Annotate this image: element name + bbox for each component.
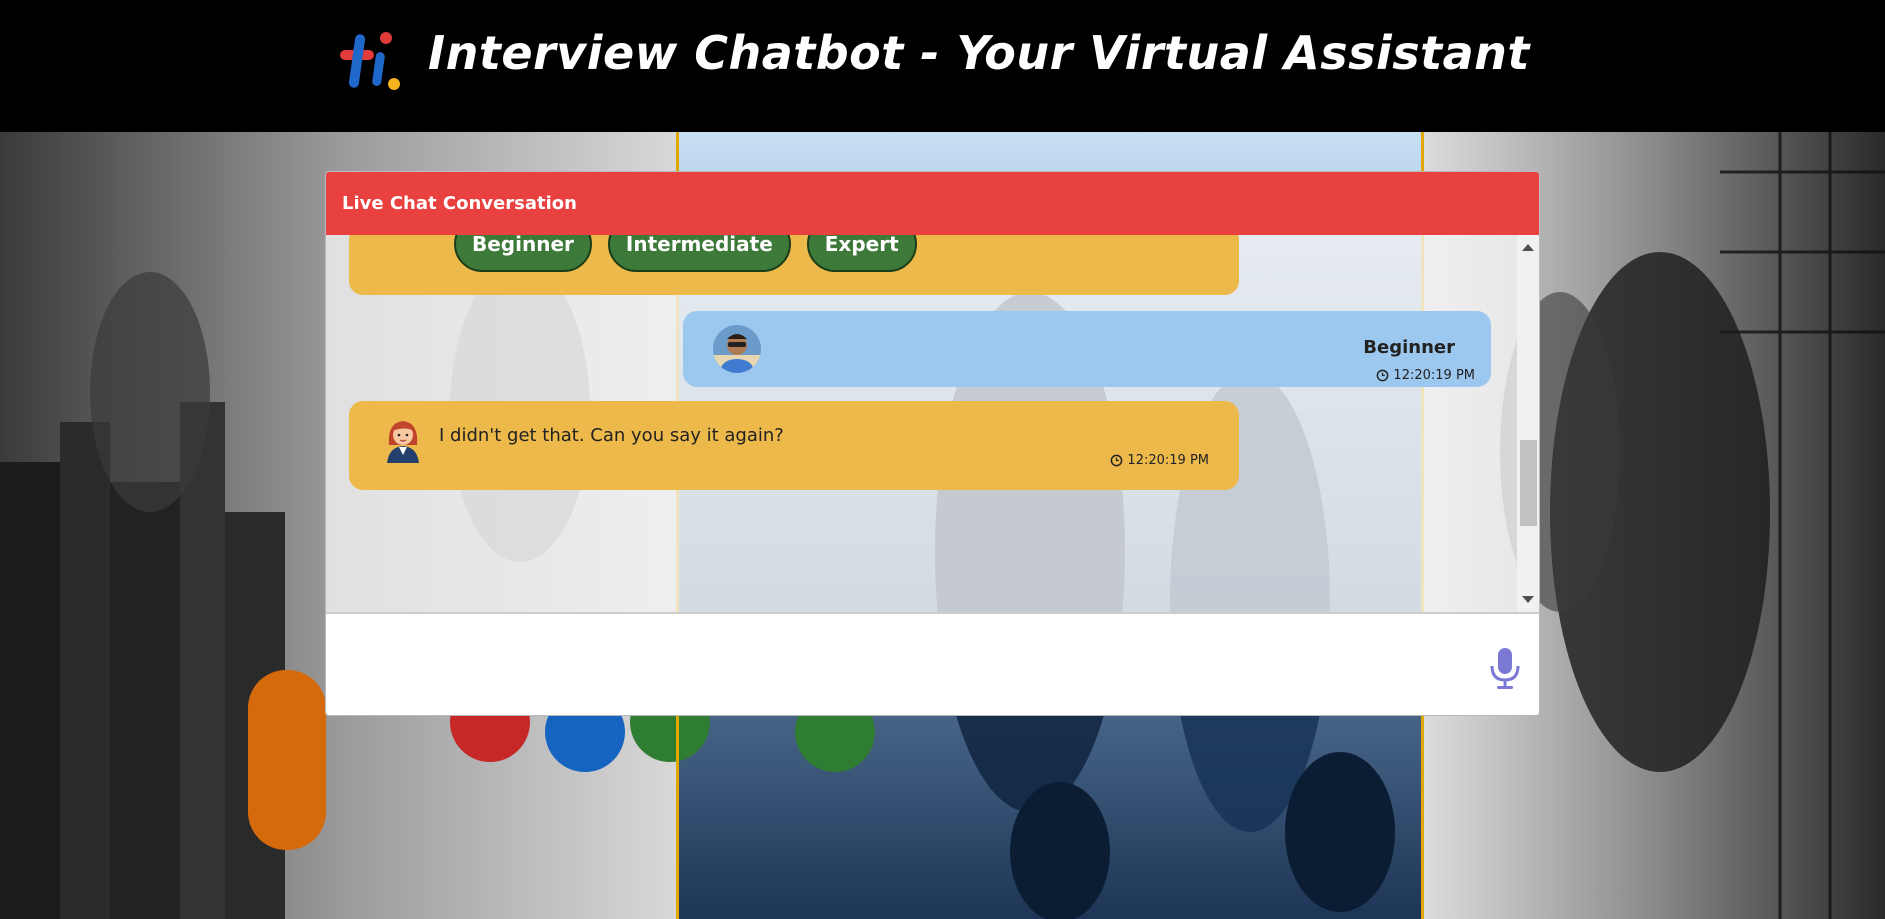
messages-scrollbar[interactable] <box>1517 235 1539 612</box>
scroll-down-arrow-icon[interactable] <box>1522 596 1534 603</box>
option-intermediate-button[interactable]: Intermediate <box>607 235 791 272</box>
timestamp: 12:20:19 PM <box>1127 453 1209 468</box>
hi-logo-icon <box>340 32 400 90</box>
bot-avatar-icon <box>387 421 419 463</box>
app-header: Interview Chatbot - Your Virtual Assista… <box>0 0 1885 132</box>
scrollbar-thumb[interactable] <box>1520 440 1537 526</box>
bot-options-bubble: Beginner Intermediate Expert <box>349 235 1239 295</box>
timestamp: 12:20:19 PM <box>1393 368 1475 383</box>
page-title: Interview Chatbot - Your Virtual Assista… <box>428 26 1530 80</box>
message-input[interactable] <box>336 624 1476 704</box>
chat-panel: Live Chat Conversation Beginner Intermed… <box>325 171 1540 716</box>
clock-icon <box>1377 369 1389 382</box>
user-message: Beginner 12:20:19 PM <box>683 311 1491 387</box>
bot-message-text: I didn't get that. Can you say it again? <box>439 425 784 446</box>
user-message-text: Beginner <box>1363 337 1455 358</box>
user-avatar <box>713 325 761 373</box>
clock-icon <box>1111 454 1123 467</box>
option-buttons: Beginner Intermediate Expert <box>454 235 917 272</box>
chat-header: Live Chat Conversation <box>326 172 1539 235</box>
option-beginner-button[interactable]: Beginner <box>454 235 592 272</box>
user-message-time: 12:20:19 PM <box>1376 368 1475 383</box>
option-expert-button[interactable]: Expert <box>806 235 917 272</box>
bot-message: I didn't get that. Can you say it again?… <box>349 401 1239 490</box>
message-list[interactable]: Beginner Intermediate Expert Beginner 12… <box>326 235 1539 612</box>
input-area <box>326 612 1539 715</box>
bot-message-time: 12:20:19 PM <box>1110 453 1209 468</box>
microphone-icon[interactable] <box>1489 648 1521 690</box>
scroll-up-arrow-icon[interactable] <box>1522 244 1534 251</box>
